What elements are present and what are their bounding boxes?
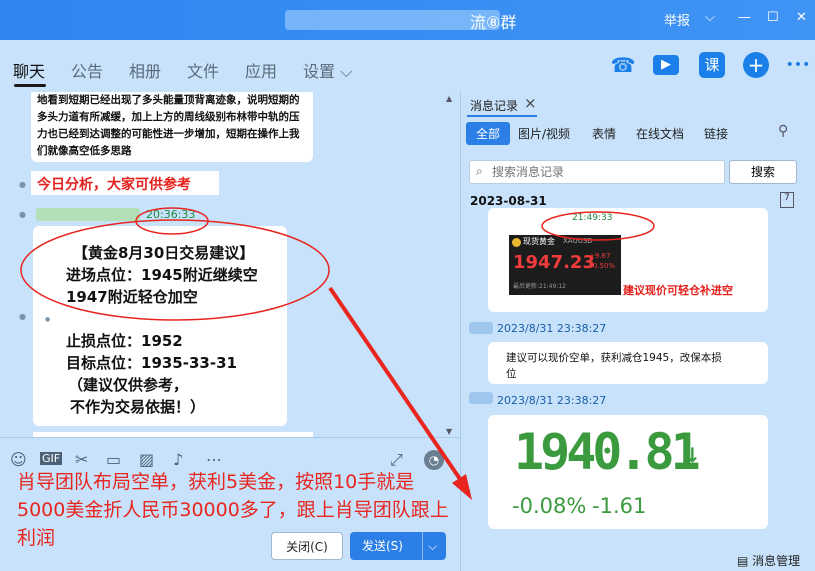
phone-icon[interactable]: ☎ xyxy=(610,52,636,78)
tab-files[interactable]: 文件 xyxy=(187,58,219,82)
manage-icon: ▤ xyxy=(737,554,749,568)
close-button[interactable]: ✕ xyxy=(796,10,807,25)
bullet-dot: ● xyxy=(19,210,26,219)
disclaimer-line: （建议仅供参考， xyxy=(68,376,189,394)
quote-change-pct: +0.50% xyxy=(587,262,616,270)
maximize-button[interactable]: ☐ xyxy=(767,10,779,25)
dropdown-icon[interactable]: ⌵ xyxy=(705,10,715,25)
big-price: 1940.81 xyxy=(514,423,701,481)
quote-label: 现货黄金 xyxy=(523,237,555,246)
history-message-2[interactable]: 建议可以现价空单，获利减仓1945，改保本损 位 xyxy=(488,342,768,384)
message-line: 地看到短期已经出现了多头能量顶背离迹象，说明短期的 xyxy=(37,94,300,106)
price-change-pct: -0.08% xyxy=(512,494,587,518)
calendar-icon[interactable]: 7 xyxy=(780,192,794,208)
filter-icon[interactable]: ⚲ xyxy=(778,123,788,139)
filter-media[interactable]: 图片/视频 xyxy=(518,125,570,142)
history-message-1[interactable]: 21:49:33 现货黄金 XAUUSD 1947.23 +9.67 +0.50… xyxy=(488,208,768,312)
history-panel: 消息记录 × 全部 图片/视频 表情 在线文档 链接 ⚲ ⌕ 搜索 2023-0… xyxy=(460,92,815,571)
add-line: 1947附近轻仓加空 xyxy=(66,288,198,306)
price-change: -1.61 xyxy=(592,494,647,518)
scroll-down-icon[interactable]: ▼ xyxy=(446,427,452,436)
analysis-title: 【黄金8月30日交易建议】 xyxy=(73,244,255,262)
bullet-dot: ● xyxy=(19,312,26,321)
manage-label: 消息管理 xyxy=(752,554,801,568)
message-manage-button[interactable]: ▤ 消息管理 xyxy=(737,552,800,569)
filter-emoji[interactable]: 表情 xyxy=(592,125,616,142)
disclaimer-line-2: 不作为交易依据！） xyxy=(70,398,206,416)
quote-code: XAUUSD xyxy=(563,237,593,245)
tab-album[interactable]: 相册 xyxy=(129,58,161,82)
tab-apps[interactable]: 应用 xyxy=(245,58,277,82)
tab-underline xyxy=(14,84,46,87)
bullet-dot: ● xyxy=(45,316,51,323)
scissors-icon[interactable]: ✂ xyxy=(75,450,88,469)
scroll-up-icon[interactable]: ▲ xyxy=(446,94,452,103)
sender-name-blurred xyxy=(36,208,140,221)
highlight-text: 今日分析，大家可供参考 xyxy=(37,177,191,193)
analysis-bubble[interactable]: 【黄金8月30日交易建议】 进场点位：1945附近继续空 1947附近轻仓加空 … xyxy=(33,226,287,426)
tab-announcement[interactable]: 公告 xyxy=(71,58,103,82)
minimize-button[interactable]: — xyxy=(738,10,751,25)
search-button[interactable]: 搜索 xyxy=(729,160,797,184)
search-box[interactable]: ⌕ xyxy=(469,160,725,184)
gold-quote-image[interactable]: 现货黄金 XAUUSD 1947.23 +9.67 +0.50% 最后更新:21… xyxy=(509,235,621,295)
avatar[interactable] xyxy=(469,322,493,334)
folder-icon[interactable]: ▭ xyxy=(106,450,121,469)
message-line: 位 xyxy=(506,368,517,380)
message-time: 20:36:33 xyxy=(146,208,196,221)
message-bubble[interactable]: 地看到短期已经出现了多头能量顶背离迹象，说明短期的 多头力道有所减缓，加上上方的… xyxy=(31,92,313,162)
image-icon[interactable]: ▨ xyxy=(139,450,154,469)
gold-coin-icon xyxy=(512,238,521,247)
message-timestamp: 2023/8/31 23:38:27 xyxy=(497,322,607,335)
history-date: 2023-08-31 xyxy=(470,194,547,208)
scrollbar[interactable]: ▲ ▼ xyxy=(446,94,454,436)
history-close-icon[interactable]: × xyxy=(524,94,537,112)
message-timestamp: 2023/8/31 23:38:27 xyxy=(497,394,607,407)
message-time: 21:49:33 xyxy=(572,213,613,223)
avatar[interactable] xyxy=(469,392,493,404)
bullet-dot: ● xyxy=(19,180,26,189)
lesson-icon[interactable]: 课 xyxy=(699,52,725,78)
title-bar: 流⑧群 举报 ⌵ — ☐ ✕ xyxy=(0,0,815,40)
quote-change: +9.67 xyxy=(589,252,611,260)
target-line: 目标点位：1935-33-31 xyxy=(66,354,237,372)
message-line: 力也已经到达调整的可能性进一步增加，短期在操作上我 xyxy=(37,128,300,140)
history-header: 消息记录 × xyxy=(461,92,815,117)
message-line: 建议可以现价空单，获利减仓1945，改保本损 xyxy=(506,352,722,364)
search-input[interactable] xyxy=(492,163,720,181)
expand-icon[interactable]: ⤢ xyxy=(390,450,403,470)
message-note: 建议现价可轻仓补进空 xyxy=(623,284,733,297)
promo-overlay-text: 肖导团队布局空单，获利5美金，按照10手就是5000美金折人民币30000多了，… xyxy=(17,471,449,549)
window-title: 流⑧群 xyxy=(470,13,517,32)
history-tab[interactable]: 消息记录 xyxy=(470,97,518,114)
quote-updated: 最后更新:21:49:12 xyxy=(513,283,566,290)
history-clock-icon[interactable]: ◔ xyxy=(424,450,444,470)
more-icon[interactable]: ••• xyxy=(785,52,811,78)
message-line: 们就像高空低多思路 xyxy=(37,145,132,157)
tab-underline xyxy=(467,115,537,117)
chat-area: 地看到短期已经出现了多头能量顶背离迹象，说明短期的 多头力道有所减缓，加上上方的… xyxy=(0,92,460,437)
add-icon[interactable]: + xyxy=(743,52,769,78)
nav-tabs: 聊天 公告 相册 文件 应用 设置 ⌵ ☎ ▶ 课 + ••• xyxy=(0,40,815,92)
filter-all[interactable]: 全部 xyxy=(466,122,511,145)
message-line: 多头力道有所减缓，加上上方的周线级别布林带中轨的压 xyxy=(37,111,300,123)
blurred-group-name xyxy=(285,10,500,30)
more-tools-icon[interactable]: ⋯ xyxy=(206,450,222,469)
report-button[interactable]: 举报 xyxy=(664,10,690,29)
stoploss-line: 止损点位：1952 xyxy=(66,332,183,350)
search-icon: ⌕ xyxy=(476,164,483,178)
history-message-3[interactable]: 1940.81 ↓ -0.08% -1.61 xyxy=(488,415,768,529)
filter-links[interactable]: 链接 xyxy=(704,125,728,142)
tab-chat[interactable]: 聊天 xyxy=(13,58,45,82)
highlight-box: 今日分析，大家可供参考 xyxy=(31,171,219,195)
video-icon[interactable]: ▶ xyxy=(653,55,679,75)
gif-icon[interactable]: GIF xyxy=(40,452,63,465)
emoji-icon[interactable]: ☺ xyxy=(10,450,27,469)
bell-icon[interactable]: ♪ xyxy=(173,450,183,469)
tab-settings[interactable]: 设置 ⌵ xyxy=(303,58,352,82)
entry-line: 进场点位：1945附近继续空 xyxy=(66,266,258,284)
quote-price: 1947.23 xyxy=(513,252,595,273)
filter-docs[interactable]: 在线文档 xyxy=(636,125,684,142)
down-arrow-icon: ↓ xyxy=(684,443,701,467)
